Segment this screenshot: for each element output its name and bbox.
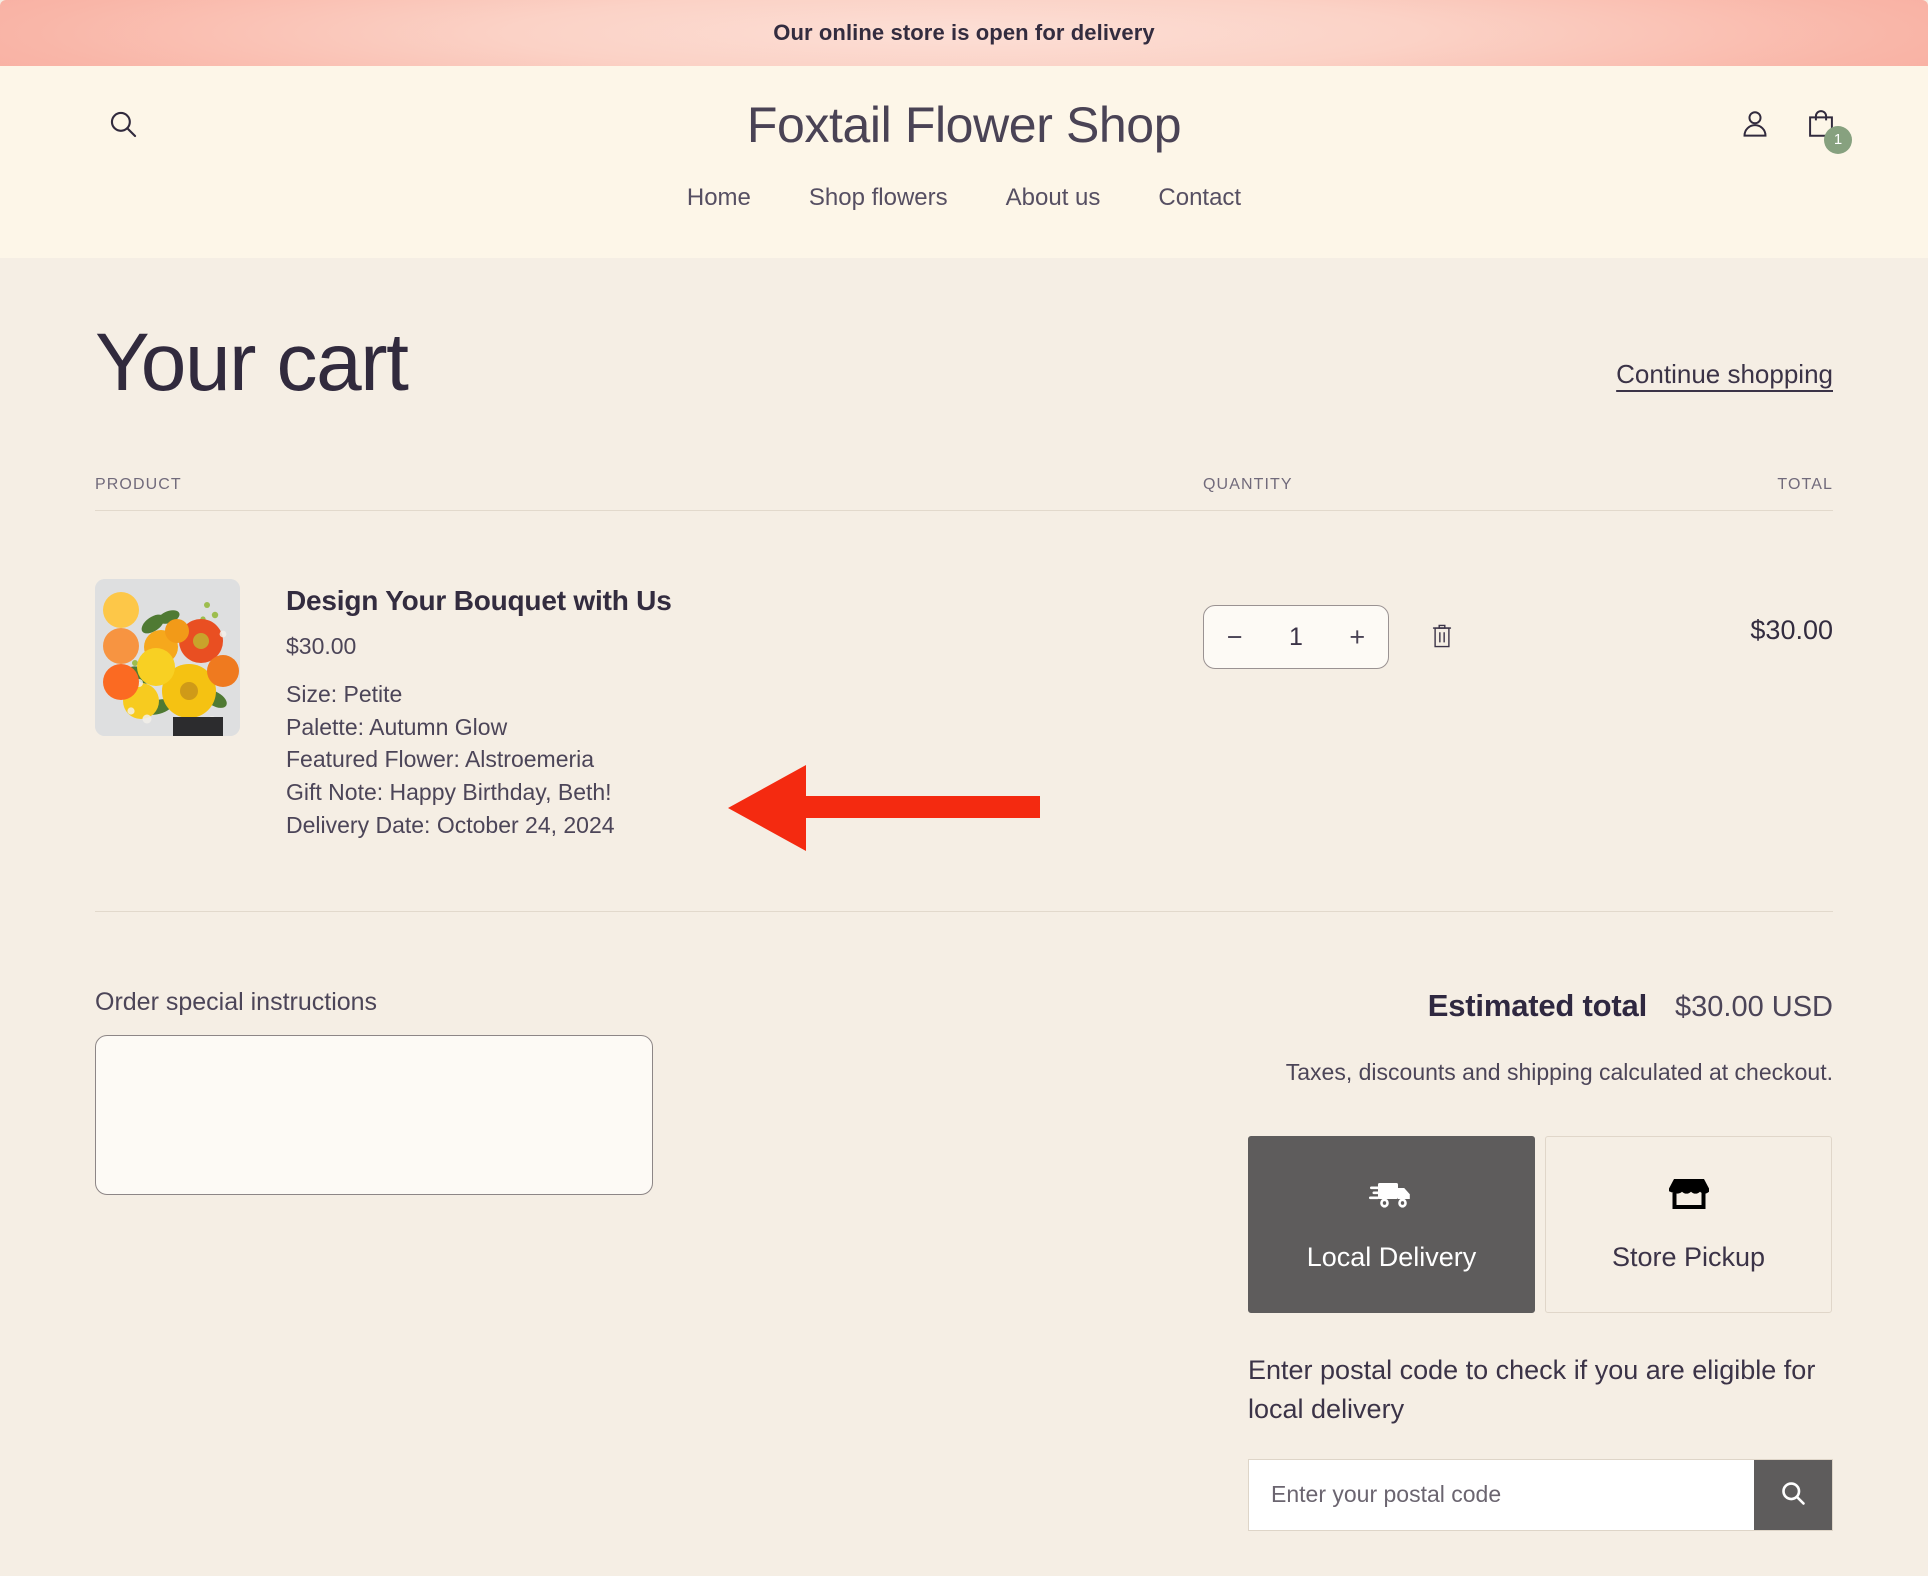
- user-icon: [1738, 107, 1772, 144]
- product-property-featured-flower: Featured Flower: Alstroemeria: [286, 746, 595, 773]
- cart-table-header: PRODUCT QUANTITY TOTAL: [95, 414, 1833, 511]
- column-header-quantity: QUANTITY: [1203, 476, 1293, 493]
- fulfillment-method-toggle: Local Delivery Store Pickup: [1248, 1135, 1833, 1313]
- cart-main: Your cart Continue shopping PRODUCT QUAN…: [0, 258, 1928, 1531]
- trash-icon: [1429, 622, 1455, 653]
- postal-code-search-button[interactable]: [1754, 1459, 1832, 1530]
- search-icon: [106, 107, 140, 144]
- nav-bar: Home Shop flowers About us Contact: [0, 184, 1928, 258]
- product-property-delivery-date: Delivery Date: October 24, 2024: [286, 811, 615, 838]
- shop-title: Foxtail Flower Shop: [746, 97, 1182, 153]
- order-instructions-label: Order special instructions: [95, 988, 378, 1017]
- nav-item-about-us[interactable]: About us: [977, 184, 1130, 212]
- cart-footer: Order special instructions Estimated tot…: [95, 912, 1833, 1531]
- quantity-decrease-button[interactable]: −: [1204, 606, 1265, 668]
- delivery-truck-icon: [1368, 1175, 1415, 1220]
- header-actions: 1: [1738, 107, 1852, 154]
- store-pickup-label: Store Pickup: [1611, 1242, 1766, 1273]
- cart-button[interactable]: 1: [1804, 107, 1852, 154]
- quantity-stepper[interactable]: − 1 +: [1203, 605, 1389, 669]
- postal-code-prompt: Enter postal code to check if you are el…: [1248, 1354, 1816, 1424]
- continue-shopping-link[interactable]: Continue shopping: [1616, 359, 1833, 390]
- storefront-icon: [1666, 1175, 1712, 1220]
- quantity-value[interactable]: 1: [1265, 623, 1326, 652]
- store-pickup-option[interactable]: Store Pickup: [1545, 1135, 1832, 1313]
- cart-header-row: Your cart Continue shopping: [95, 258, 1833, 414]
- nav-item-shop-flowers[interactable]: Shop flowers: [780, 184, 977, 212]
- product-property-gift-note: Gift Note: Happy Birthday, Beth!: [286, 778, 612, 805]
- account-button[interactable]: [1738, 107, 1772, 144]
- estimated-total-row: Estimated total $30.00 USD: [1248, 988, 1833, 1024]
- quantity-increase-button[interactable]: +: [1327, 606, 1388, 668]
- local-delivery-label: Local Delivery: [1306, 1242, 1477, 1273]
- page-title: Your cart: [95, 317, 409, 408]
- cart-line-item: Design Your Bouquet with Us $30.00 Size:…: [95, 511, 1833, 913]
- column-header-total: TOTAL: [1777, 476, 1833, 493]
- order-summary-block: Estimated total $30.00 USD Taxes, discou…: [1248, 988, 1833, 1531]
- site-header: Foxtail Flower Shop 1 Home Shop flowers …: [0, 66, 1928, 258]
- product-unit-price: $30.00: [286, 633, 357, 659]
- announcement-text: Our online store is open for delivery: [773, 20, 1155, 45]
- quantity-cell: − 1 +: [1203, 579, 1573, 669]
- main-navigation: Home Shop flowers About us Contact: [658, 184, 1270, 212]
- order-instructions-block: Order special instructions: [95, 988, 655, 1531]
- estimated-total-label: Estimated total: [1427, 988, 1647, 1024]
- order-instructions-input[interactable]: [95, 1035, 653, 1196]
- line-item-total: $30.00: [1750, 615, 1833, 645]
- product-property-palette: Palette: Autumn Glow: [286, 713, 508, 740]
- nav-item-home[interactable]: Home: [658, 184, 780, 212]
- announcement-bar: Our online store is open for delivery: [0, 0, 1928, 66]
- cart-page: Our online store is open for delivery Fo…: [0, 0, 1928, 1576]
- product-property-size: Size: Petite: [286, 681, 403, 707]
- postal-code-row: [1248, 1458, 1833, 1531]
- tax-disclaimer: Taxes, discounts and shipping calculated…: [1285, 1059, 1833, 1086]
- postal-code-input[interactable]: [1249, 1459, 1754, 1530]
- cart-count-badge: 1: [1824, 125, 1852, 154]
- nav-item-contact[interactable]: Contact: [1129, 184, 1270, 212]
- column-header-product: PRODUCT: [95, 476, 182, 493]
- product-title[interactable]: Design Your Bouquet with Us: [286, 585, 672, 617]
- local-delivery-option[interactable]: Local Delivery: [1248, 1135, 1535, 1313]
- search-button[interactable]: [100, 102, 146, 148]
- header-main-row: Foxtail Flower Shop 1: [0, 66, 1928, 184]
- product-info: Design Your Bouquet with Us $30.00 Size:…: [286, 579, 672, 841]
- remove-item-button[interactable]: [1429, 622, 1455, 653]
- product-cell: Design Your Bouquet with Us $30.00 Size:…: [95, 579, 1203, 841]
- product-thumbnail[interactable]: [95, 579, 240, 736]
- estimated-total-value: $30.00 USD: [1675, 991, 1833, 1024]
- search-icon: [1778, 1478, 1808, 1511]
